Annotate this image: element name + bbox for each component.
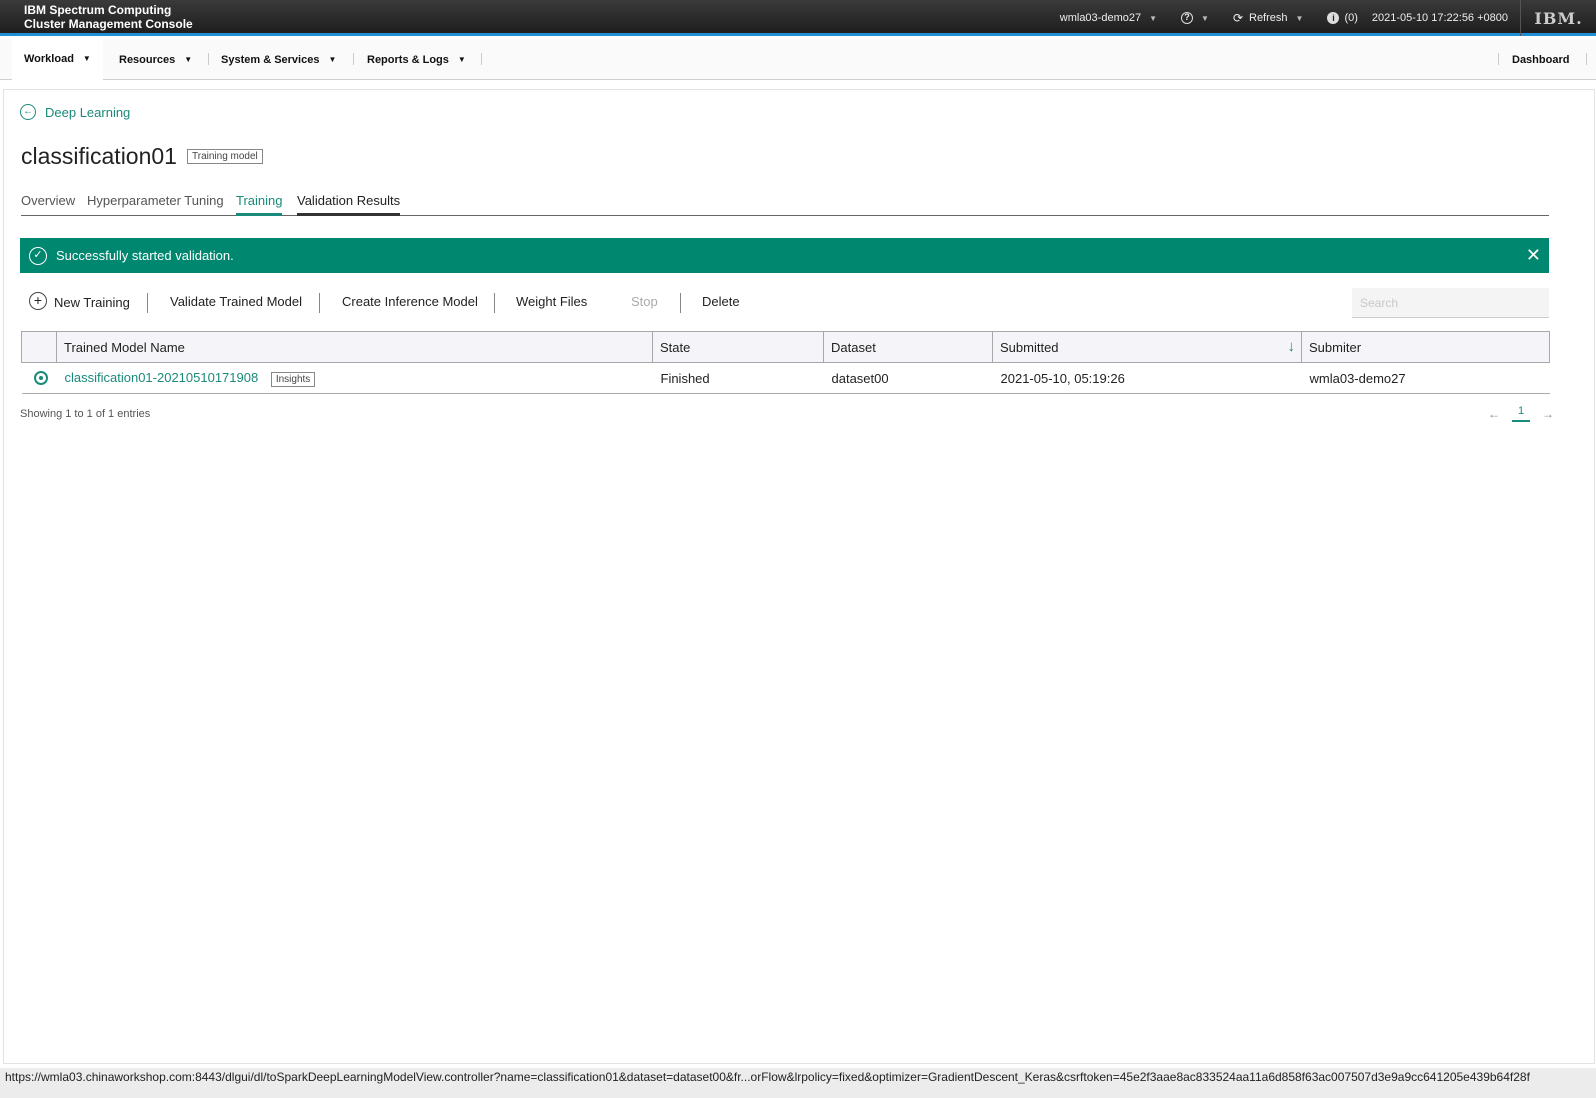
alert-message: Successfully started validation. <box>56 248 234 263</box>
user-name: wmla03-demo27 <box>1059 12 1142 24</box>
toolbar-divider <box>147 293 148 313</box>
notifications-button[interactable]: i (0) <box>1327 12 1358 24</box>
brand-title[interactable]: IBM Spectrum Computing Cluster Managemen… <box>24 3 193 31</box>
new-training-button[interactable]: + New Training <box>29 292 130 310</box>
help-icon: ? <box>1181 12 1194 24</box>
prev-page-icon[interactable]: ← <box>1488 407 1500 421</box>
brand-line-1: IBM Spectrum Computing <box>24 3 172 17</box>
nav-divider <box>1586 53 1587 65</box>
server-datetime: 2021-05-10 17:22:56 +0800 <box>1371 12 1508 24</box>
checkmark-icon: ✓ <box>29 246 47 265</box>
nav-divider <box>208 53 209 65</box>
chevron-down-icon: ▼ <box>184 55 193 64</box>
nav-divider <box>1498 53 1499 65</box>
success-alert: ✓ Successfully started validation. ✕ <box>20 238 1549 273</box>
submitter-cell: wmla03-demo27 <box>1301 362 1550 394</box>
breadcrumb-deep-learning: Deep Learning <box>45 104 131 120</box>
weight-files-button[interactable]: Weight Files <box>516 294 587 309</box>
dataset-cell: dataset00 <box>823 362 993 394</box>
delete-button[interactable]: Delete <box>702 294 740 309</box>
nav-reports-logs-label: Reports & Logs <box>367 53 449 66</box>
main-nav: Workload ▼ Resources ▼ System & Services… <box>0 39 1596 80</box>
toolbar-divider <box>494 293 495 313</box>
chevron-down-icon: ▼ <box>1149 13 1158 23</box>
close-icon[interactable]: ✕ <box>1526 246 1541 264</box>
search-input[interactable] <box>1352 288 1549 318</box>
column-header-name[interactable]: Trained Model Name <box>56 331 653 363</box>
table-header-row: Trained Model Name State Dataset Submitt… <box>21 331 1550 363</box>
state-cell: Finished <box>652 362 824 394</box>
nav-divider <box>481 53 482 65</box>
chevron-down-icon: ▼ <box>82 54 91 63</box>
help-menu[interactable]: ? ▼ <box>1181 12 1209 24</box>
create-inference-model-button[interactable]: Create Inference Model <box>342 294 478 309</box>
column-header-dataset[interactable]: Dataset <box>823 331 993 363</box>
stop-button[interactable]: Stop <box>631 294 658 309</box>
trained-models-table: Trained Model Name State Dataset Submitt… <box>21 331 1550 394</box>
tab-training[interactable]: Training <box>236 193 283 216</box>
entries-count: Showing 1 to 1 of 1 entries <box>20 408 151 420</box>
tab-bar: Overview Hyperparameter Tuning Training … <box>21 189 1549 216</box>
sort-descending-icon[interactable]: ↓ <box>1288 338 1296 355</box>
nav-system-services[interactable]: System & Services ▼ <box>221 39 336 80</box>
app-header: IBM Spectrum Computing Cluster Managemen… <box>0 0 1596 36</box>
nav-resources[interactable]: Resources ▼ <box>119 39 192 80</box>
nav-reports-logs[interactable]: Reports & Logs ▼ <box>367 39 466 80</box>
notification-count: (0) <box>1344 12 1358 24</box>
back-arrow-icon: ← <box>20 104 36 120</box>
table-row[interactable]: classification01-20210510171908 Insights… <box>21 362 1550 394</box>
nav-system-services-label: System & Services <box>221 53 320 66</box>
page-title: classification01 <box>21 143 177 169</box>
brand-line-2: Cluster Management Console <box>24 17 193 31</box>
user-menu[interactable]: wmla03-demo27 ▼ <box>1060 12 1157 24</box>
nav-workload-label: Workload <box>24 52 74 65</box>
tab-validation-results[interactable]: Validation Results <box>297 193 401 216</box>
refresh-menu[interactable]: ⟳ Refresh ▼ <box>1233 11 1304 25</box>
ibm-logo: IBM. <box>1520 0 1596 36</box>
column-header-state[interactable]: State <box>652 331 824 363</box>
chevron-down-icon: ▼ <box>457 55 466 64</box>
validate-trained-model-button[interactable]: Validate Trained Model <box>170 294 302 309</box>
tab-overview[interactable]: Overview <box>21 193 75 216</box>
row-radio-button[interactable] <box>33 371 48 385</box>
info-icon: i <box>1327 12 1340 24</box>
row-select-cell <box>21 362 57 394</box>
nav-divider <box>353 53 354 65</box>
refresh-label: Refresh <box>1249 12 1288 24</box>
insights-badge[interactable]: Insights <box>270 371 316 387</box>
submitted-cell: 2021-05-10, 05:19:26 <box>992 362 1302 394</box>
toolbar-divider <box>319 293 320 313</box>
new-training-label: New Training <box>54 294 130 310</box>
chevron-down-icon: ▼ <box>1201 13 1209 23</box>
add-icon: + <box>29 292 47 310</box>
column-header-submitted-label: Submitted <box>1000 339 1059 355</box>
model-type-badge: Training model <box>187 149 263 164</box>
column-header-submitted[interactable]: Submitted ↓ <box>992 331 1302 363</box>
model-name-cell: classification01-20210510171908 Insights <box>56 362 653 394</box>
next-page-icon[interactable]: → <box>1542 407 1554 421</box>
browser-status-bar: https://wmla03.chinaworkshop.com:8443/dl… <box>0 1068 1596 1098</box>
model-name-link[interactable]: classification01-20210510171908 <box>65 370 259 385</box>
tab-hyperparameter-tuning[interactable]: Hyperparameter Tuning <box>87 193 224 216</box>
column-header-submitter[interactable]: Submiter <box>1301 331 1550 363</box>
content-panel <box>3 89 1595 1064</box>
select-column-header <box>21 331 57 363</box>
page-number-button[interactable]: 1 <box>1512 405 1530 422</box>
pagination: ← 1 → <box>1488 405 1554 422</box>
breadcrumb[interactable]: ← Deep Learning <box>20 104 130 120</box>
chevron-down-icon: ▼ <box>328 55 337 64</box>
refresh-icon: ⟳ <box>1232 11 1243 25</box>
toolbar-divider <box>680 293 681 313</box>
nav-dashboard[interactable]: Dashboard <box>1512 39 1569 80</box>
nav-resources-label: Resources <box>119 53 176 66</box>
nav-workload[interactable]: Workload ▼ <box>12 39 103 80</box>
chevron-down-icon: ▼ <box>1295 13 1304 23</box>
